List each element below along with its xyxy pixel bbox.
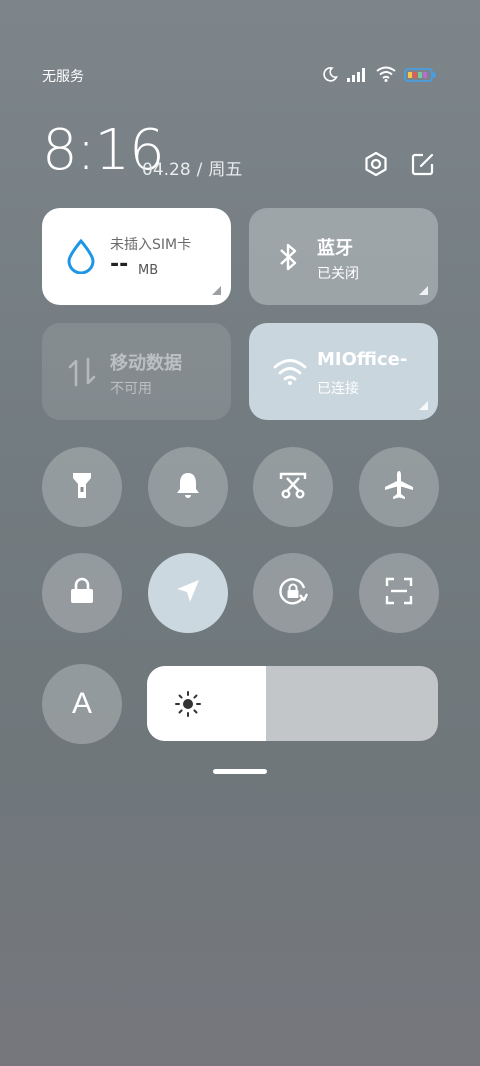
battery-icon [404,67,436,86]
bluetooth-tile[interactable]: 蓝牙 已关闭 [249,208,438,305]
bluetooth-status: 已关闭 [317,266,359,282]
date-separator: / [196,160,203,180]
scissors-icon [278,470,308,504]
lock-icon [69,577,95,609]
flashlight-icon [69,470,95,504]
screenshot-toggle[interactable] [253,447,333,527]
mobile-data-status: 不可用 [110,381,152,397]
data-arrows-icon [66,355,102,391]
location-arrow-icon [174,577,202,609]
sim-status: 未插入SIM卡 [110,237,192,253]
expand-corner-icon [212,286,221,295]
brightness-fill [147,666,267,741]
carrier-status: 无服务 [42,69,84,85]
auto-brightness-toggle[interactable]: A [42,664,122,744]
wifi-tile[interactable]: MIOffice- 已连接 [249,323,438,420]
data-usage-value: -- [110,252,129,277]
water-drop-icon [64,238,100,275]
home-indicator[interactable] [213,769,267,774]
rotation-lock-icon [276,574,310,612]
signal-icon [346,67,368,86]
moon-icon [322,66,338,86]
bluetooth-title: 蓝牙 [317,238,353,259]
wifi-icon [273,357,309,393]
wifi-status: 已连接 [317,381,359,397]
mobile-data-title: 移动数据 [110,353,182,374]
scanner-toggle[interactable] [359,553,439,633]
scan-icon [384,576,414,610]
settings-icon[interactable] [362,150,390,178]
expand-corner-icon [419,401,428,410]
location-toggle[interactable] [148,553,228,633]
edit-icon[interactable] [409,150,437,178]
weekday-value: 周五 [208,160,243,180]
data-usage-tile[interactable]: 未插入SIM卡 -- MB [42,208,231,305]
airplane-icon [383,469,415,505]
status-icons [322,66,436,86]
mobile-data-tile[interactable]: 移动数据 不可用 [42,323,231,420]
wifi-icon [376,66,396,86]
bell-icon [174,470,202,504]
auto-brightness-label: A [71,687,92,720]
flashlight-toggle[interactable] [42,447,122,527]
date-label: 04.28/周五 [142,155,242,180]
expand-corner-icon [419,286,428,295]
lock-screen-toggle[interactable] [42,553,122,633]
date-value: 04.28 [142,160,191,180]
rotation-lock-toggle[interactable] [253,553,333,633]
brightness-slider[interactable] [147,666,438,741]
sun-icon [174,690,202,722]
airplane-toggle[interactable] [359,447,439,527]
mute-toggle[interactable] [148,447,228,527]
bluetooth-icon [273,240,309,276]
wifi-ssid: MIOffice- [317,349,408,370]
data-usage-unit: MB [138,263,159,278]
